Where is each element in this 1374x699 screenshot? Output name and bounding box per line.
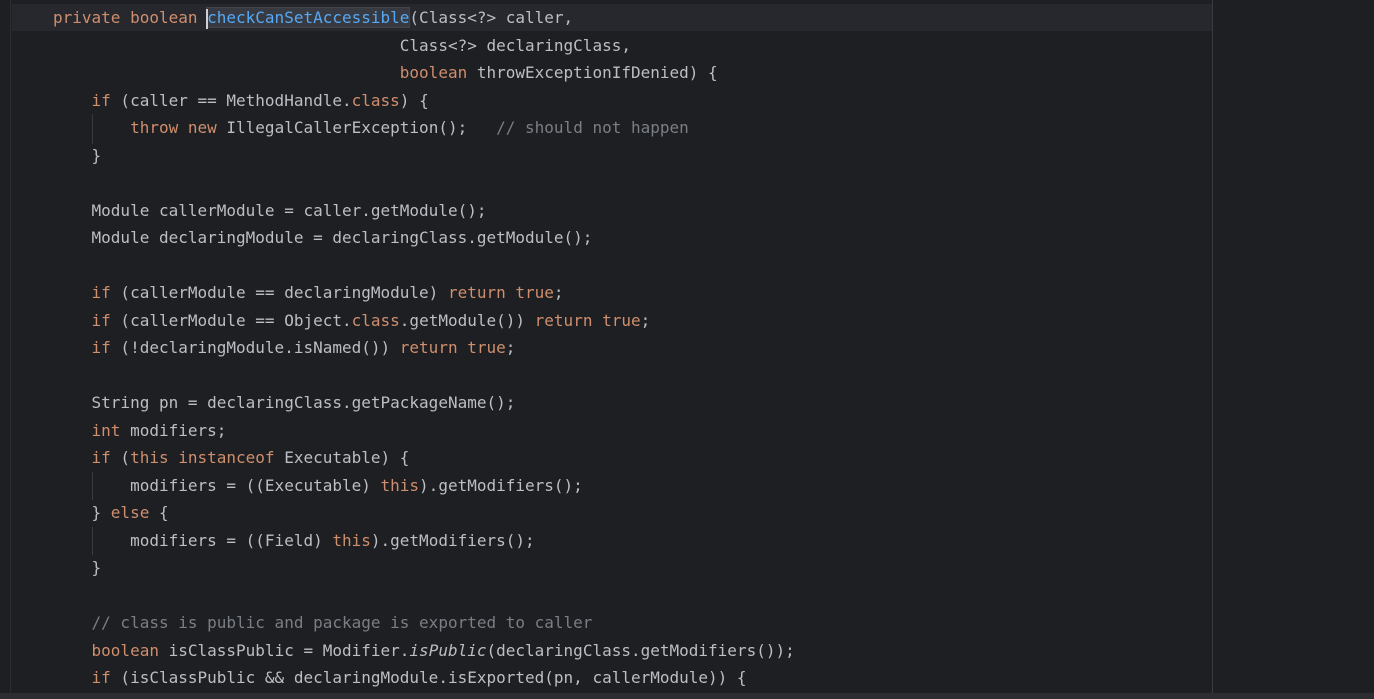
code-token: Module callerModule = caller.getModule()…: [53, 200, 487, 220]
method-name: checkCanSetAccessible: [206, 7, 411, 28]
code-token: Class<?> declaringClass,: [53, 35, 631, 55]
code-token: ;: [553, 283, 564, 302]
code-keyword: if: [91, 90, 111, 110]
code-editor[interactable]: private boolean checkCanSetAccessible(Cl…: [0, 0, 1374, 699]
code-token: ;: [640, 310, 651, 330]
code-keyword: throw new: [130, 118, 217, 137]
code-keyword: class: [351, 310, 400, 330]
code-token: throwExceptionIfDenied) {: [467, 63, 718, 82]
code-line[interactable]: boolean throwExceptionIfDenied) {: [53, 59, 1193, 87]
code-token: isClassPublic = Modifier.: [158, 640, 410, 660]
text-caret: [206, 8, 209, 29]
code-line[interactable]: throw new IllegalCallerException(); // s…: [53, 114, 1193, 142]
code-keyword: boolean: [91, 640, 159, 660]
code-line[interactable]: if (callerModule == declaringModule) ret…: [53, 279, 1193, 307]
code-token: IllegalCallerException();: [216, 118, 497, 137]
code-keyword: return true: [399, 338, 506, 357]
code-comment: // should not happen: [496, 118, 689, 137]
code-keyword: private boolean: [53, 8, 208, 27]
code-token: .getModule()): [399, 310, 535, 330]
code-keyword: return true: [447, 283, 554, 302]
code-token: (: [110, 448, 131, 467]
code-keyword: else: [110, 503, 150, 522]
code-line[interactable]: // class is public and package is export…: [53, 609, 1193, 637]
code-token: ) {: [399, 90, 429, 110]
code-line[interactable]: }: [53, 142, 1193, 170]
code-line[interactable]: [53, 252, 1193, 280]
code-line[interactable]: }: [53, 554, 1193, 582]
code-keyword: int: [91, 420, 121, 440]
code-token: (callerModule == Object.: [110, 310, 352, 330]
code-token: (Class<?> caller,: [409, 8, 574, 27]
code-line[interactable]: Module callerModule = caller.getModule()…: [53, 197, 1193, 225]
code-token: String pn = declaringClass.getPackageNam…: [53, 393, 516, 412]
code-keyword: if: [91, 338, 111, 357]
code-keyword: if: [91, 283, 111, 302]
code-line[interactable]: if (isClassPublic && declaringModule.isE…: [53, 664, 1193, 692]
code-token: modifiers;: [120, 420, 227, 440]
code-token: ).getModifiers();: [370, 530, 535, 550]
code-line[interactable]: modifiers = ((Field) this).getModifiers(…: [53, 527, 1193, 555]
code-line[interactable]: Module declaringModule = declaringClass.…: [53, 224, 1193, 252]
code-keyword: this: [332, 530, 371, 550]
code-line[interactable]: } else {: [53, 499, 1193, 527]
code-keyword: if: [91, 448, 111, 467]
right-margin-guide: [1212, 0, 1213, 699]
code-token: ).getModifiers();: [419, 475, 583, 495]
code-keyword: boolean: [399, 63, 468, 82]
code-token: (declaringClass.getModifiers());: [486, 640, 795, 660]
code-token: }: [53, 145, 102, 165]
code-token: Module declaringModule = declaringClass.…: [53, 228, 593, 247]
code-line[interactable]: [53, 362, 1193, 390]
code-line[interactable]: modifiers = ((Executable) this).getModif…: [53, 472, 1193, 500]
code-comment: // class is public and package is export…: [91, 613, 593, 632]
code-keyword: if: [91, 668, 111, 687]
code-keyword: this: [380, 475, 420, 495]
code-token: Executable) {: [274, 448, 410, 467]
code-keyword: return true: [534, 310, 641, 330]
code-token: (isClassPublic && declaringModule.isExpo…: [110, 668, 747, 687]
code-line[interactable]: String pn = declaringClass.getPackageNam…: [53, 389, 1193, 417]
code-line[interactable]: if (caller == MethodHandle.class) {: [53, 87, 1193, 115]
code-token: (caller == MethodHandle.: [110, 90, 352, 110]
code-token: (!declaringModule.isNamed()): [110, 338, 400, 357]
code-token: modifiers = ((Executable): [53, 475, 381, 495]
gutter-separator: [10, 0, 11, 699]
code-line[interactable]: boolean isClassPublic = Modifier.isPubli…: [53, 637, 1193, 665]
code-line[interactable]: if (this instanceof Executable) {: [53, 444, 1193, 472]
horizontal-scrollbar[interactable]: [0, 693, 1374, 699]
code-line[interactable]: int modifiers;: [53, 417, 1193, 445]
code-line[interactable]: if (callerModule == Object.class.getModu…: [53, 307, 1193, 335]
code-token: ;: [505, 338, 516, 357]
code-line[interactable]: if (!declaringModule.isNamed()) return t…: [53, 334, 1193, 362]
code-token: (callerModule == declaringModule): [110, 283, 448, 302]
code-line[interactable]: [53, 169, 1193, 197]
code-token: }: [53, 503, 111, 522]
code-token: {: [149, 503, 169, 522]
code-content[interactable]: private boolean checkCanSetAccessible(Cl…: [53, 4, 1193, 692]
code-line[interactable]: [53, 582, 1193, 610]
code-keyword: this instanceof: [130, 448, 275, 467]
code-token: modifiers = ((Field): [53, 530, 333, 550]
code-token: isPublic: [409, 640, 487, 660]
code-line[interactable]: Class<?> declaringClass,: [53, 32, 1193, 60]
code-keyword: if: [91, 310, 111, 330]
code-keyword: class: [351, 90, 400, 110]
code-token: }: [53, 558, 102, 577]
code-line[interactable]: private boolean checkCanSetAccessible(Cl…: [53, 4, 1193, 32]
